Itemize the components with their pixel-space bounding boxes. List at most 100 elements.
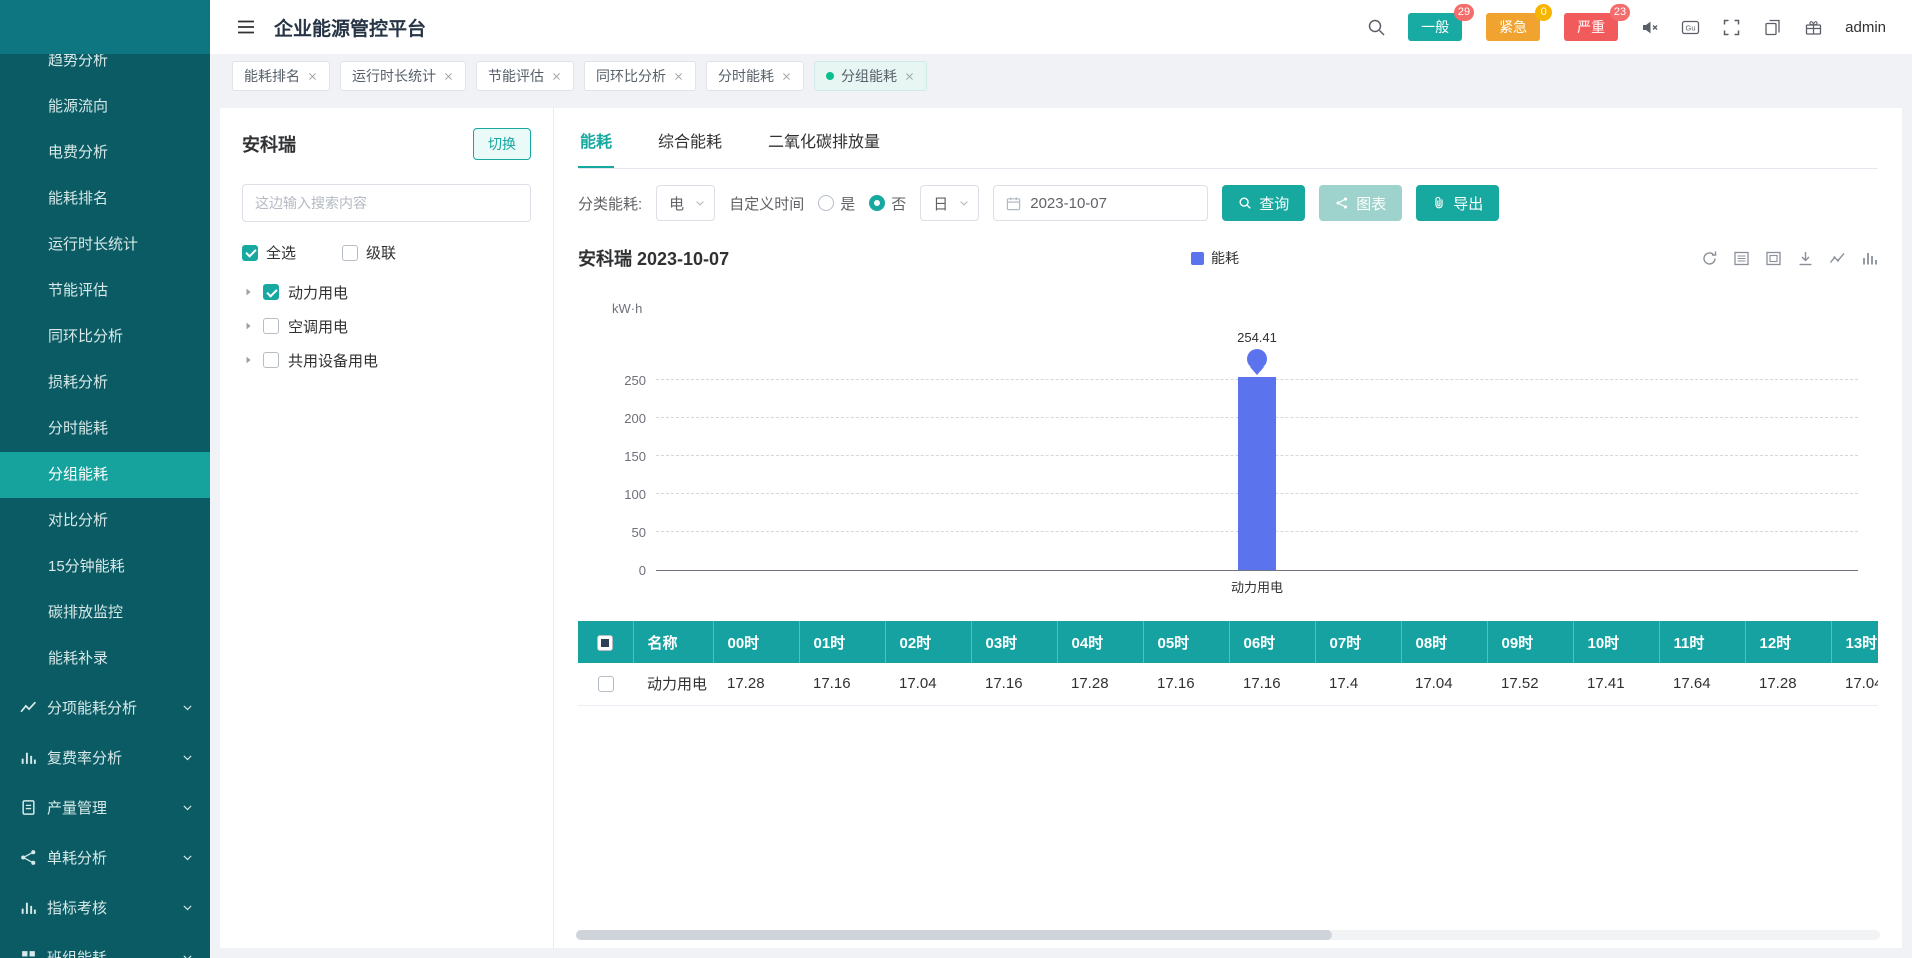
calendar-icon	[1006, 196, 1021, 211]
sidebar-item[interactable]: 碳排放监控	[0, 590, 210, 636]
date-picker[interactable]: 2023-10-07	[993, 185, 1208, 221]
sidebar: 趋势分析能源流向电费分析能耗排名运行时长统计节能评估同环比分析损耗分析分时能耗分…	[0, 0, 210, 958]
cascade-checkbox[interactable]	[342, 245, 358, 261]
gift-icon[interactable]	[1804, 18, 1823, 37]
caret-right-icon[interactable]	[242, 286, 254, 298]
tag-chip[interactable]: 能耗排名	[232, 61, 330, 91]
tree-node[interactable]: 动力用电	[242, 275, 531, 309]
close-icon[interactable]	[781, 71, 792, 82]
sidebar-item[interactable]: 同环比分析	[0, 314, 210, 360]
sidebar-group[interactable]: 分项能耗分析	[0, 682, 210, 732]
tag-chip[interactable]: 运行时长统计	[340, 61, 466, 91]
close-icon[interactable]	[551, 71, 562, 82]
alarm-badge[interactable]: 一般29	[1408, 13, 1462, 41]
sidebar-group[interactable]: 单耗分析	[0, 832, 210, 882]
sidebar-item[interactable]: 趋势分析	[0, 54, 210, 84]
tag-label: 分时能耗	[718, 66, 774, 86]
tab-item[interactable]: 二氧化碳排放量	[766, 114, 882, 168]
tab-item[interactable]: 综合能耗	[656, 114, 724, 168]
close-icon[interactable]	[673, 71, 684, 82]
close-icon[interactable]	[904, 71, 915, 82]
select-all-checkbox[interactable]	[242, 245, 258, 261]
copy-document-icon[interactable]	[1763, 18, 1782, 37]
close-icon[interactable]	[307, 71, 318, 82]
sidebar-item[interactable]: 能耗补录	[0, 636, 210, 682]
table-column-header: 02时	[885, 621, 971, 663]
mute-icon[interactable]	[1640, 18, 1659, 37]
bar-type-icon[interactable]	[1861, 250, 1878, 267]
sidebar-item[interactable]: 对比分析	[0, 498, 210, 544]
cascade-option[interactable]: 级联	[342, 242, 396, 263]
chart-legend[interactable]: 能耗	[1191, 248, 1239, 268]
tag-chip[interactable]: 分时能耗	[706, 61, 804, 91]
tree-search-input[interactable]	[242, 184, 531, 222]
row-value-cell: 17.16	[799, 663, 885, 705]
horizontal-scrollbar[interactable]	[576, 930, 1880, 940]
scrollbar-thumb[interactable]	[576, 930, 1332, 940]
radio-no[interactable]	[869, 195, 885, 211]
tag-chip[interactable]: 同环比分析	[584, 61, 696, 91]
tree-node[interactable]: 空调用电	[242, 309, 531, 343]
row-value-cell: 17.64	[1659, 663, 1745, 705]
tree-node-checkbox[interactable]	[263, 352, 279, 368]
alarm-badge[interactable]: 紧急0	[1486, 13, 1540, 41]
tag-label: 同环比分析	[596, 66, 666, 86]
collapse-sidebar-icon[interactable]	[236, 17, 256, 37]
export-button[interactable]: 导出	[1416, 185, 1499, 221]
sidebar-group-label: 产量管理	[47, 797, 171, 818]
tree-node-checkbox[interactable]	[263, 284, 279, 300]
sidebar-group[interactable]: 产量管理	[0, 782, 210, 832]
table-column-header: 07时	[1315, 621, 1401, 663]
search-icon[interactable]	[1367, 18, 1386, 37]
close-icon[interactable]	[443, 71, 454, 82]
fullscreen-icon[interactable]	[1722, 18, 1741, 37]
export-button-label: 导出	[1453, 193, 1483, 214]
caret-right-icon[interactable]	[242, 320, 254, 332]
query-button[interactable]: 查询	[1222, 185, 1305, 221]
locale-icon[interactable]: Gu	[1681, 18, 1700, 37]
download-icon[interactable]	[1797, 250, 1814, 267]
sidebar-item[interactable]: 电费分析	[0, 130, 210, 176]
sidebar-item[interactable]: 损耗分析	[0, 360, 210, 406]
refresh-icon[interactable]	[1701, 250, 1718, 267]
row-checkbox[interactable]	[598, 676, 614, 692]
chart-button[interactable]: 图表	[1319, 185, 1402, 221]
content-tabs: 能耗综合能耗二氧化碳排放量	[578, 108, 1878, 169]
select-all-rows-checkbox[interactable]	[597, 635, 613, 651]
switch-button[interactable]: 切换	[473, 128, 531, 160]
radio-yes[interactable]	[818, 195, 834, 211]
content-area: 安科瑞 切换 全选 级联 动力用电空调用电共用设	[210, 98, 1912, 958]
sidebar-group[interactable]: 指标考核	[0, 882, 210, 932]
sidebar-group[interactable]: 复费率分析	[0, 732, 210, 782]
select-all-option[interactable]: 全选	[242, 242, 296, 263]
row-value-cell: 17.04	[885, 663, 971, 705]
sidebar-item[interactable]: 分组能耗	[0, 452, 210, 498]
category-select[interactable]: 电	[656, 185, 715, 221]
sidebar-item[interactable]: 运行时长统计	[0, 222, 210, 268]
sidebar-item[interactable]: 能源流向	[0, 84, 210, 130]
line-type-icon[interactable]	[1829, 250, 1846, 267]
tree-node-checkbox[interactable]	[263, 318, 279, 334]
tag-chip[interactable]: 节能评估	[476, 61, 574, 91]
period-select[interactable]: 日	[920, 185, 979, 221]
sidebar-item[interactable]: 15分钟能耗	[0, 544, 210, 590]
custom-time-yes-option[interactable]: 是	[818, 193, 855, 214]
alarm-badge[interactable]: 严重23	[1564, 13, 1618, 41]
user-name[interactable]: admin	[1845, 19, 1886, 36]
tag-chip[interactable]: 分组能耗	[814, 61, 927, 91]
y-axis-tick-label: 50	[604, 525, 646, 540]
row-value-cell: 17.52	[1487, 663, 1573, 705]
custom-time-no-option[interactable]: 否	[869, 193, 906, 214]
sidebar-logo-area	[0, 0, 210, 54]
dataview-icon[interactable]	[1733, 250, 1750, 267]
sidebar-item[interactable]: 节能评估	[0, 268, 210, 314]
caret-right-icon[interactable]	[242, 354, 254, 366]
grid-icon	[20, 949, 37, 958]
sidebar-item[interactable]: 能耗排名	[0, 176, 210, 222]
tab-item[interactable]: 能耗	[578, 114, 614, 168]
sidebar-group[interactable]: 班组能耗	[0, 932, 210, 958]
tree-node[interactable]: 共用设备用电	[242, 343, 531, 377]
sidebar-group-label: 复费率分析	[47, 747, 171, 768]
sidebar-item[interactable]: 分时能耗	[0, 406, 210, 452]
restore-icon[interactable]	[1765, 250, 1782, 267]
